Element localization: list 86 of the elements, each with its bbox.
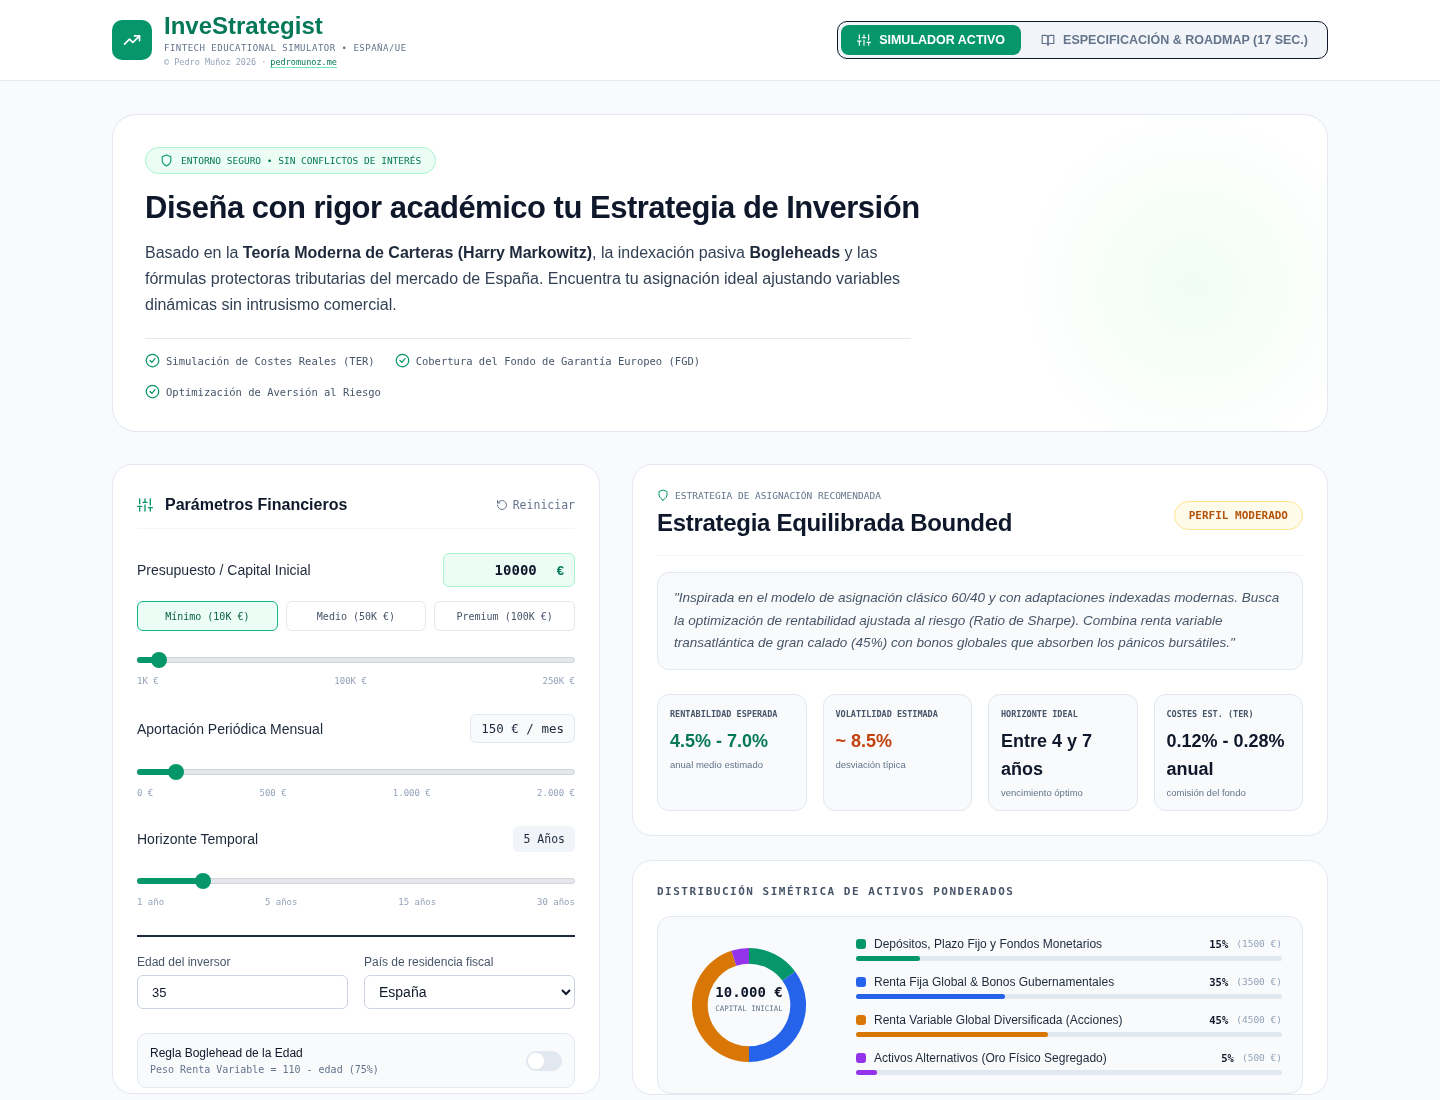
sliders-icon (857, 33, 872, 47)
asset-name: Depósitos, Plazo Fijo y Fondos Monetarios (874, 936, 1104, 951)
hero-title: Diseña con rigor académico tu Estrategia de Inversión (145, 190, 921, 226)
reset-icon (495, 498, 508, 511)
asset-amount: (500 €) (1241, 1052, 1282, 1063)
tick-label: 500 € (259, 788, 287, 798)
tick-label: 100K € (334, 676, 367, 686)
check-circle-icon (145, 353, 160, 368)
tick-label: 1 año (137, 897, 165, 907)
asset-name: Renta Variable Global Diversificada (Acciones) (874, 1012, 1124, 1027)
total-amount: 10.000 € (714, 983, 784, 1000)
metric-label: RENTABILIDAD ESPERADA (670, 708, 779, 719)
asset-amount: (4500 €) (1236, 1014, 1282, 1025)
feature-text: Optimización de Aversión al Riesgo (166, 385, 381, 398)
author-link[interactable]: pedromunoz.me (270, 56, 337, 68)
check-circle-icon (394, 353, 410, 368)
profile-badge: PERFIL MODERADO (1173, 501, 1303, 530)
tick-label: 250K € (542, 676, 575, 686)
security-badge-text: ENTORNO SEGURO • SIN CONFLICTOS DE INTERÉS (181, 155, 422, 166)
book-icon (1041, 33, 1056, 47)
asset-percent: 35% (1209, 975, 1229, 988)
check-circle-icon (145, 384, 160, 399)
shield-icon (160, 154, 173, 167)
asset-percent: 15% (1209, 937, 1229, 950)
panel-title: Parámetros Financieros (165, 495, 348, 514)
value-readout: 5 Años (513, 826, 575, 852)
slider-thumb[interactable] (194, 873, 211, 889)
tick-label: 15 años (398, 897, 437, 907)
rule-title: Regla Boglehead de la Edad (150, 1046, 304, 1060)
tick-label: 1.000 € (392, 788, 431, 798)
asset-name: Activos Alternativos (Oro Físico Segregado) (874, 1050, 1108, 1065)
asset-name: Renta Fija Global & Bonos Gubernamentales (874, 974, 1116, 989)
copyright-text: © Pedro Muñoz 2026 · (164, 56, 267, 68)
metric-label: HORIZONTE IDEAL (1001, 708, 1079, 719)
slider-track[interactable] (137, 873, 575, 889)
metric-value: 0.12% - 0.28% anual (1166, 729, 1286, 781)
toggle-switch[interactable] (526, 1050, 562, 1071)
rule-formula: Peso Renta Variable = 110 - edad (75%) (150, 1064, 379, 1075)
field-label: País de residencia fiscal (364, 955, 495, 969)
feature-text: Cobertura del Fondo de Garantía Europeo (FGD) (415, 354, 701, 367)
brand-name: InveStrategist (164, 12, 324, 39)
strategy-quote: "Inspirada en el modelo de asignación clásico 60/40 y con adaptaciones indexadas modernas. Busca la optimización de rentabilidad ajustada al riesgo (Ratio de Sharpe). Combina renta variable transatlántica de gran calado (45%) con bonos globales que absorben los pánicos bursátiles." (657, 572, 1303, 670)
slider-track[interactable] (137, 764, 575, 780)
metric-label: VOLATILIDAD ESTIMADA (835, 708, 939, 719)
shield-icon (657, 489, 669, 501)
metric-note: comisión del fondo (1166, 786, 1247, 798)
strategy-title: Estrategia Equilibrada Bounded (657, 509, 1013, 537)
field-label: Edad del inversor (137, 955, 232, 969)
tick-label: 30 años (537, 897, 575, 907)
hero-description: Basado en la Teoría Moderna de Carteras (Harry Markowitz), la indexación pasiva Bogleheads y las fórmulas protectoras tributarias del mercado de España. Encuentra tu asignación ideal ajustando variables dinámicas sin intrusismo comercial. (145, 243, 902, 315)
nav-tab[interactable]: ESPECIFICACIÓN & ROADMAP (17 SEC.) (1025, 25, 1324, 55)
metric-value: 4.5% - 7.0% (670, 729, 770, 753)
metric-note: vencimiento óptimo (1001, 786, 1084, 798)
section-title: DISTRIBUCIÓN SIMÉTRICA DE ACTIVOS PONDERADOS (657, 884, 1016, 898)
asset-amount: (3500 €) (1236, 976, 1282, 987)
asset-percent: 5% (1221, 1051, 1234, 1064)
country-select[interactable]: España (364, 975, 575, 1009)
tick-label: 0 € (137, 788, 154, 798)
tick-label: 5 años (264, 897, 298, 907)
nav-tab[interactable]: SIMULADOR ACTIVO (841, 25, 1022, 55)
brand-tagline: FINTECH EDUCATIONAL SIMULATOR • ESPAÑA/UE (164, 42, 407, 53)
preset-button[interactable]: Premium (100K €) (434, 601, 575, 631)
field-label: Aportación Periódica Mensual (137, 720, 323, 737)
slider-thumb[interactable] (168, 764, 185, 780)
preset-button[interactable]: Mínimo (10K €) (137, 601, 278, 631)
preset-button[interactable]: Medio (50K €) (285, 601, 427, 631)
tick-label: 2.000 € (537, 788, 575, 798)
field-label: Presupuesto / Capital Inicial (137, 562, 311, 578)
metric-note: anual medio estimado (670, 758, 764, 770)
feature-text: Simulación de Costes Reales (TER) (166, 354, 375, 367)
sliders-icon (137, 496, 153, 513)
field-label: Horizonte Temporal (137, 831, 259, 847)
age-input[interactable]: 35 (137, 975, 348, 1009)
tick-label: 1K € (137, 676, 159, 686)
slider-track[interactable] (137, 652, 575, 668)
asset-percent: 45% (1209, 1013, 1229, 1026)
capital-input[interactable]: 10000 € (443, 553, 575, 587)
metric-value: Entre 4 y 7 años (1001, 729, 1094, 781)
section-eyebrow: ESTRATEGIA DE ASIGNACIÓN RECOMENDADA (675, 489, 881, 501)
reset-button[interactable]: Reiniciar (495, 497, 575, 512)
value-readout: 150 € / mes (470, 714, 575, 743)
metric-value: ~ 8.5% (835, 729, 894, 753)
metric-label: COSTES EST. (TER) (1166, 708, 1255, 719)
asset-amount: (1500 €) (1236, 938, 1282, 949)
slider-thumb[interactable] (150, 652, 167, 668)
metric-note: desviación típica (835, 758, 907, 770)
